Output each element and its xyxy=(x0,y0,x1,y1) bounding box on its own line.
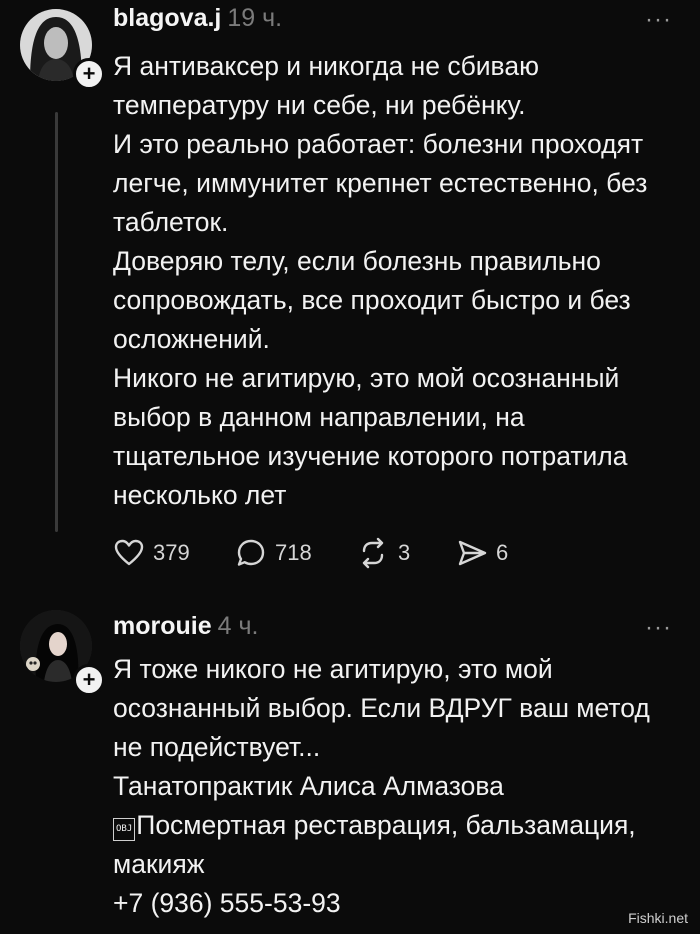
watermark: Fishki.net xyxy=(628,910,688,926)
text-line: несколько лет xyxy=(113,480,287,510)
share-count: 6 xyxy=(496,540,509,565)
text-line: Доверяю телу, если болезнь правильно xyxy=(113,246,601,276)
comment-button[interactable]: 718 xyxy=(235,537,312,569)
text-line: +7 (936) 555-53-93 xyxy=(113,888,341,918)
text-line: не подействует... xyxy=(113,732,321,762)
text-line: выбор в данном направлении, на xyxy=(113,402,525,432)
text-line: Танатопрактик Алиса Алмазова xyxy=(113,771,504,801)
follow-plus-icon[interactable]: + xyxy=(73,58,105,90)
post-2: + morouie 4 ч. ··· Я тоже никого не агити… xyxy=(0,600,700,934)
comment-bubble-icon xyxy=(237,539,265,566)
timestamp: 4 ч. xyxy=(217,612,259,640)
text-line-content: Посмертная реставрация, бальзамация, xyxy=(136,810,636,840)
text-line: Я тоже никого не агитирую, это мой xyxy=(113,654,553,684)
comment-count: 718 xyxy=(275,540,312,565)
timestamp: 19 ч. xyxy=(227,4,283,32)
share-button[interactable]: 6 xyxy=(456,537,508,569)
text-line: И это реально работает: болезни проходят xyxy=(113,129,644,159)
text-line: Я антиваксер и никогда не сбиваю xyxy=(113,51,539,81)
username[interactable]: morouie xyxy=(113,612,212,640)
text-line: температуру ни себе, ни ребёнку. xyxy=(113,90,526,120)
like-button[interactable]: 379 xyxy=(113,537,190,569)
more-options-icon[interactable]: ··· xyxy=(645,6,672,34)
post-header: morouie 4 ч. xyxy=(113,612,258,641)
follow-plus-icon[interactable]: + xyxy=(73,664,105,696)
text-line: OBJ Посмертная реставрация, бальзамация, xyxy=(113,806,683,845)
post-text: Я антиваксер и никогда не сбиваю темпера… xyxy=(113,47,683,515)
like-count: 379 xyxy=(153,540,190,565)
text-line: осложнений. xyxy=(113,324,270,354)
text-line: тщательное изучение которого потратила xyxy=(113,441,628,471)
repost-count: 3 xyxy=(398,540,411,565)
repost-icon xyxy=(362,537,384,569)
repost-button[interactable]: 3 xyxy=(356,537,410,569)
username[interactable]: blagova.j xyxy=(113,4,221,32)
more-options-icon[interactable]: ··· xyxy=(645,614,672,642)
heart-icon xyxy=(114,539,144,566)
text-line: Никого не агитирую, это мой осознанный xyxy=(113,363,620,393)
text-line: таблеток. xyxy=(113,207,229,237)
text-line: легче, иммунитет крепнет естественно, бе… xyxy=(113,168,648,198)
post-1: + blagova.j 19 ч. ··· Я антиваксер и нико… xyxy=(0,0,700,600)
thread-line xyxy=(55,112,58,532)
text-line: макияж xyxy=(113,849,205,879)
post-header: blagova.j 19 ч. xyxy=(113,4,282,33)
text-line: осознанный выбор. Если ВДРУГ ваш метод xyxy=(113,693,650,723)
obj-replacement-glyph: OBJ xyxy=(113,818,136,841)
send-icon xyxy=(458,540,487,566)
post-text: Я тоже никого не агитирую, это мой осозн… xyxy=(113,650,683,923)
text-line: сопровождать, все проходит быстро и без xyxy=(113,285,631,315)
